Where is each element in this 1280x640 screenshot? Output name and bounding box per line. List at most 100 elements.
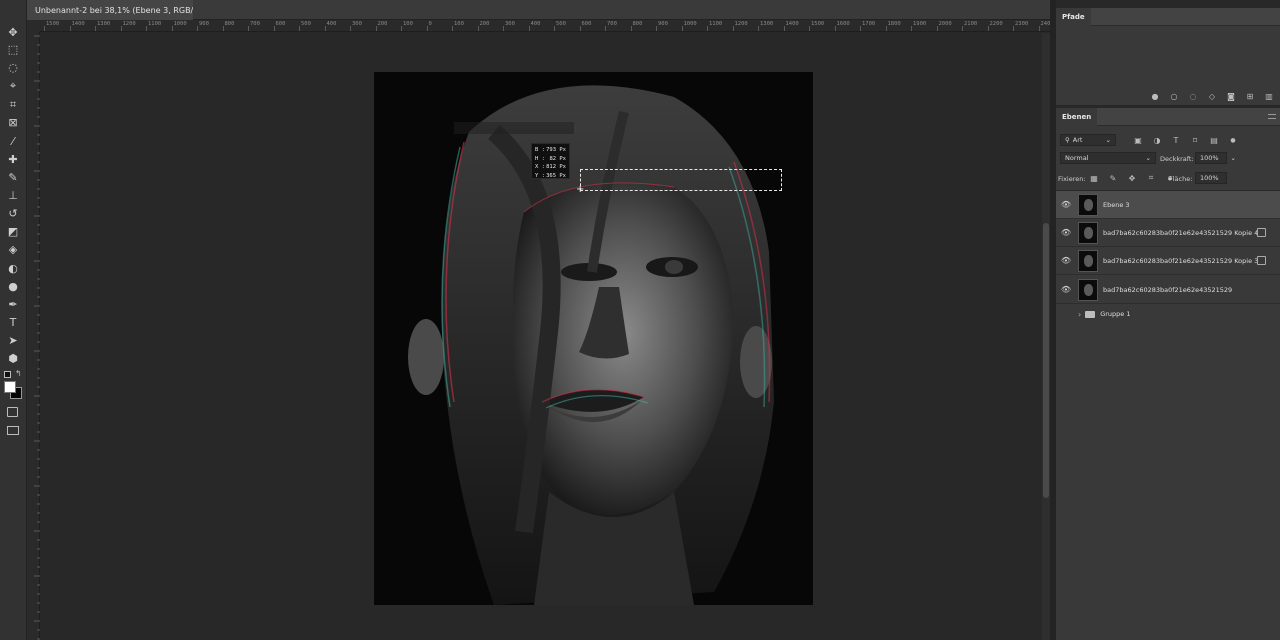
vertical-ruler[interactable] <box>27 32 40 640</box>
type-tool-icon[interactable]: T <box>3 314 23 330</box>
opacity-input[interactable]: 100% ⌄ <box>1195 152 1236 164</box>
filter-adjustment-icon[interactable]: ◑ <box>1150 134 1164 146</box>
eye-icon[interactable]: 👁︎ <box>1056 200 1076 209</box>
ruler-corner[interactable] <box>27 20 40 32</box>
fill-input[interactable]: 100% <box>1195 172 1227 184</box>
filter-pixel-icon[interactable]: ▣ <box>1131 134 1145 146</box>
layer-row[interactable]: 👁︎ bad7ba62c60283ba0f21e62e43521529 Kopie… <box>1056 247 1280 275</box>
filter-type-icon[interactable]: T <box>1169 134 1183 146</box>
tab-paths[interactable]: Pfade <box>1056 8 1091 26</box>
layer-thumbnail <box>1078 221 1098 244</box>
panel-menu-icon[interactable] <box>1268 114 1276 119</box>
new-path-icon[interactable]: ⊞ <box>1243 90 1257 102</box>
blend-mode-value: Normal <box>1065 154 1089 162</box>
path-selection-tool-icon[interactable]: ➤ <box>3 332 23 348</box>
ruler-tick-label: 1100 <box>709 21 723 27</box>
ruler-tick-label: 200 <box>479 21 490 27</box>
marquee-tool-icon[interactable]: ⬚ <box>3 41 23 57</box>
blend-mode-select[interactable]: Normal ⌄ <box>1060 152 1156 164</box>
screen-mode-icon[interactable] <box>7 426 19 435</box>
frame-tool-icon[interactable]: ⊠ <box>3 114 23 130</box>
document-tab-bar: Unbenannt-2 bei 38,1% (Ebene 3, RGB/8) *… <box>27 0 1050 20</box>
ruler-tick-label: 2100 <box>964 21 978 27</box>
crosshair-cursor-icon: + <box>576 184 585 195</box>
pen-tool-icon[interactable]: ✒ <box>3 296 23 312</box>
default-colors-icon[interactable] <box>4 371 11 378</box>
portrait-artwork <box>374 72 813 605</box>
move-tool-icon[interactable]: ✥ <box>3 24 23 40</box>
layer-group-row[interactable]: › Gruppe 1 <box>1056 304 1280 324</box>
ruler-tick <box>758 26 759 31</box>
horizontal-ruler[interactable]: 1500 1400 1300 1200 1100 1000 900 800 700 600 500 4… <box>40 20 1050 32</box>
ruler-tick-label: 400 <box>530 21 541 27</box>
layer-row[interactable]: 👁︎ Ebene 3 <box>1056 191 1280 219</box>
lock-position-icon[interactable]: ✥ <box>1125 172 1139 184</box>
x-value: 812 Px <box>546 164 566 170</box>
ruler-tick-label: 1700 <box>862 21 876 27</box>
history-brush-tool-icon[interactable]: ↺ <box>3 205 23 221</box>
add-mask-icon[interactable]: ◙ <box>1224 90 1238 102</box>
ruler-tick <box>936 26 938 31</box>
brush-tool-icon[interactable]: ✎ <box>3 169 23 185</box>
selection-marquee[interactable] <box>580 169 782 191</box>
layer-row[interactable]: 👁︎ bad7ba62c60283ba0f21e62e43521529 <box>1056 276 1280 304</box>
quick-mask-icon[interactable] <box>7 407 18 417</box>
quick-select-tool-icon[interactable]: ⌖ <box>3 77 23 93</box>
clone-stamp-tool-icon[interactable]: ⊥ <box>3 187 23 203</box>
lasso-tool-icon[interactable]: ◌ <box>3 59 23 75</box>
ruler-tick-label: 1400 <box>785 21 799 27</box>
document-tab[interactable]: Unbenannt-2 bei 38,1% (Ebene 3, RGB/8) *… <box>27 0 193 20</box>
opacity-label: Deckkraft: <box>1160 155 1194 163</box>
paths-panel-header: Pfade <box>1056 8 1280 26</box>
layer-name: bad7ba62c60283ba0f21e62e43521529 Kopie 3 <box>1103 256 1259 265</box>
ruler-tick-label: 300 <box>352 21 362 27</box>
foreground-color-swatch[interactable] <box>4 381 16 393</box>
delete-path-icon[interactable]: ▥ <box>1262 90 1276 102</box>
make-path-icon[interactable]: ◇ <box>1205 90 1219 102</box>
ruler-tick <box>681 26 683 31</box>
eyedropper-tool-icon[interactable]: ⁄ <box>3 133 23 149</box>
x-label: X : <box>535 164 545 170</box>
paint-bucket-tool-icon[interactable]: ◈ <box>3 241 23 257</box>
search-icon: ⚲ <box>1065 136 1070 144</box>
ruler-tick-label: 500 <box>556 21 566 27</box>
blur-tool-icon[interactable]: ◐ <box>3 260 23 276</box>
ruler-tick-label: 100 <box>454 21 464 27</box>
eye-icon[interactable]: 👁︎ <box>1056 256 1076 265</box>
stroke-path-icon[interactable]: ○ <box>1167 90 1181 102</box>
healing-brush-tool-icon[interactable]: ✚ <box>3 151 23 167</box>
transform-info-readout: B :793 Px H : 82 Px X :812 Px Y :365 Px <box>531 143 570 179</box>
lock-artboard-icon[interactable]: ⌗ <box>1144 172 1158 184</box>
document-image[interactable] <box>374 72 813 605</box>
eye-icon[interactable]: 👁︎ <box>1056 285 1076 294</box>
tab-layers[interactable]: Ebenen <box>1056 108 1098 126</box>
eye-icon[interactable]: 👁︎ <box>1056 228 1076 237</box>
fill-path-icon[interactable]: ● <box>1148 90 1162 102</box>
lock-icons: ▦ ✎ ✥ ⌗ 🔒︎ <box>1082 172 1177 184</box>
eraser-tool-icon[interactable]: ◩ <box>3 223 23 239</box>
crop-tool-icon[interactable]: ⌗ <box>3 96 23 112</box>
ruler-tick-label: 2000 <box>938 21 952 27</box>
smart-object-icon <box>1257 256 1266 265</box>
chevron-right-icon[interactable]: › <box>1078 310 1081 319</box>
ruler-tick <box>120 26 122 31</box>
layer-row[interactable]: 👁︎ bad7ba62c60283ba0f21e62e43521529 Kopie… <box>1056 219 1280 247</box>
group-name: Gruppe 1 <box>1100 310 1131 318</box>
ruler-tick <box>426 26 428 31</box>
scrollbar-thumb[interactable] <box>1043 223 1049 498</box>
filter-toggle-icon[interactable]: ● <box>1226 134 1240 146</box>
ruler-tick <box>783 26 785 31</box>
thumbnail-portrait <box>1084 226 1093 239</box>
ruler-tick-label: 900 <box>658 21 668 27</box>
filter-smart-object-icon[interactable]: ▤ <box>1207 134 1221 146</box>
lock-transparent-icon[interactable]: ▦ <box>1087 172 1101 184</box>
dodge-tool-icon[interactable]: ● <box>3 278 23 294</box>
load-selection-icon[interactable]: ◌ <box>1186 90 1200 102</box>
vertical-scrollbar[interactable] <box>1042 33 1050 640</box>
filter-shape-icon[interactable]: ⌑ <box>1188 134 1202 146</box>
lock-image-icon[interactable]: ✎ <box>1106 172 1120 184</box>
layer-filter-select[interactable]: ⚲ Art ⌄ <box>1060 134 1116 146</box>
layer-name: bad7ba62c60283ba0f21e62e43521529 Kopie 4 <box>1103 228 1259 237</box>
swap-colors-icon[interactable]: ↰ <box>15 369 22 378</box>
shape-tool-icon[interactable]: ⬢ <box>3 350 23 366</box>
